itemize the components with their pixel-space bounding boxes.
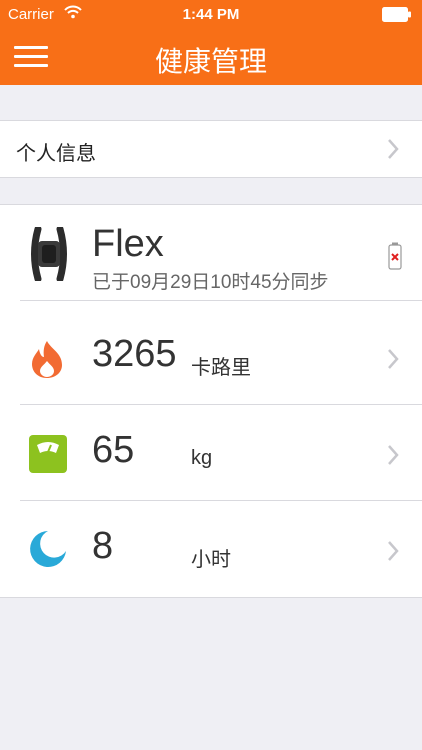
- device-name: Flex: [92, 223, 164, 265]
- navigation-bar: 健康管理: [0, 30, 422, 85]
- calories-unit: 卡路里: [191, 357, 251, 379]
- device-list: Flex 已于09月29日10时45分同步 3265 卡路里 65 kg 8 小…: [0, 204, 422, 598]
- chevron-right-icon: [386, 540, 400, 562]
- sleep-value: 8: [92, 525, 114, 567]
- sleep-row[interactable]: 8 小时: [0, 501, 422, 597]
- clock: 1:44 PM: [182, 6, 240, 23]
- row-divider: [20, 300, 422, 301]
- moon-icon: [28, 529, 68, 574]
- chevron-right-icon: [386, 348, 400, 370]
- battery-icon: [382, 7, 412, 22]
- page-title: 健康管理: [154, 46, 267, 77]
- profile-row[interactable]: 个人信息: [0, 120, 422, 178]
- chevron-right-icon: [386, 444, 400, 466]
- weight-unit: kg: [191, 447, 213, 469]
- weight-value: 65: [92, 429, 135, 471]
- scale-icon: [29, 435, 67, 478]
- sleep-unit: 小时: [191, 549, 231, 571]
- chevron-right-icon: [386, 138, 400, 160]
- weight-row[interactable]: 65 kg: [0, 405, 422, 501]
- sync-status: 已于09月29日10时45分同步: [92, 272, 329, 293]
- device-row[interactable]: Flex 已于09月29日10时45分同步: [0, 205, 422, 301]
- low-battery-icon: [388, 242, 402, 275]
- fitbit-flex-band-icon: [29, 225, 69, 286]
- calories-row[interactable]: 3265 卡路里: [0, 309, 422, 405]
- calories-value: 3265: [92, 333, 177, 375]
- status-bar: Carrier 1:44 PM: [0, 0, 422, 30]
- flame-icon: [29, 339, 65, 384]
- profile-label: 个人信息: [16, 143, 96, 165]
